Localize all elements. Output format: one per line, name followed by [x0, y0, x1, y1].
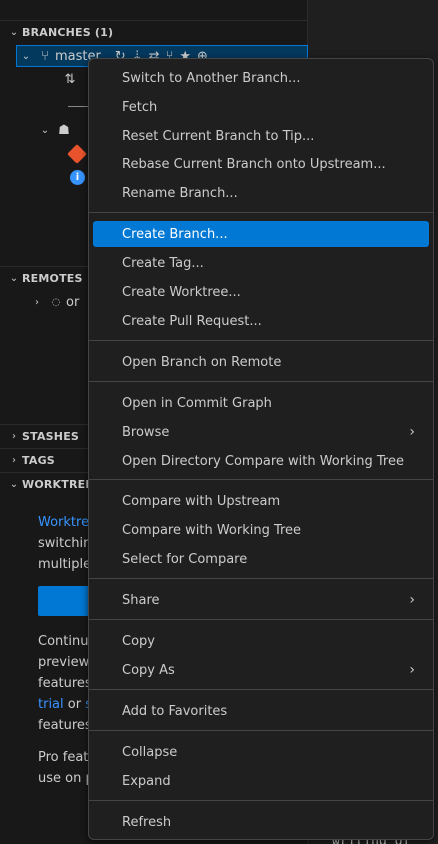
menu-item-browse[interactable]: Browse › [93, 419, 429, 445]
chevron-down-icon: ⌄ [40, 124, 50, 136]
menu-item-create-tag[interactable]: Create Tag... [93, 250, 429, 276]
menu-item-open-commit-graph[interactable]: Open in Commit Graph [93, 390, 429, 416]
chevron-right-icon: › [35, 296, 39, 308]
menu-separator [89, 578, 433, 579]
git-logo-icon [67, 144, 87, 164]
remote-name: or [66, 294, 80, 310]
menu-item-rebase-branch[interactable]: Rebase Current Branch onto Upstream... [93, 151, 429, 177]
menu-separator [89, 619, 433, 620]
menu-item-select-for-compare[interactable]: Select for Compare [93, 546, 429, 572]
remote-avatar-icon: ◌ [51, 296, 61, 308]
menu-item-share[interactable]: Share › [93, 587, 429, 613]
chevron-down-icon: ⌄ [9, 27, 19, 38]
menu-item-copy-as[interactable]: Copy As › [93, 657, 429, 683]
branches-section-header[interactable]: ⌄ BRANCHES (1) [0, 20, 308, 44]
pull-request-row[interactable]: ⇅ [60, 68, 90, 90]
menu-item-rename-branch[interactable]: Rename Branch... [93, 180, 429, 206]
remotes-section-title: REMOTES [22, 272, 83, 285]
tags-section-title: TAGS [22, 454, 55, 467]
menu-separator [89, 381, 433, 382]
menu-item-label: Copy As [122, 662, 175, 678]
menu-item-copy[interactable]: Copy [93, 628, 429, 654]
stashes-section-title: STASHES [22, 430, 80, 443]
chevron-right-icon: › [12, 431, 16, 442]
branch-context-menu: Switch to Another Branch... Fetch Reset … [88, 58, 434, 840]
menu-item-label: Browse [122, 424, 170, 440]
menu-separator [89, 212, 433, 213]
menu-separator [89, 689, 433, 690]
menu-item-reset-branch[interactable]: Reset Current Branch to Tip... [93, 123, 429, 149]
info-icon: i [70, 170, 85, 185]
menu-item-add-to-favorites[interactable]: Add to Favorites [93, 698, 429, 724]
menu-item-create-worktree[interactable]: Create Worktree... [93, 279, 429, 305]
person-icon: ☗ [58, 122, 70, 138]
menu-item-create-pull-request[interactable]: Create Pull Request... [93, 308, 429, 334]
menu-separator [89, 340, 433, 341]
menu-item-label: Share [122, 592, 160, 608]
branch-icon: ⑂ [41, 48, 49, 64]
divider [68, 106, 88, 107]
chevron-right-icon: › [409, 592, 415, 608]
menu-item-fetch[interactable]: Fetch [93, 94, 429, 120]
contributor-row[interactable]: ⌄ ☗ [36, 119, 96, 141]
menu-item-open-branch-on-remote[interactable]: Open Branch on Remote [93, 349, 429, 375]
branches-section-title: BRANCHES (1) [22, 26, 114, 39]
chevron-right-icon: › [409, 662, 415, 678]
chevron-down-icon: ⌄ [21, 50, 31, 62]
wt-line-text: or [63, 697, 86, 712]
chevron-right-icon: › [12, 455, 16, 466]
menu-item-create-branch[interactable]: Create Branch... [93, 221, 429, 247]
menu-item-refresh[interactable]: Refresh [93, 809, 429, 835]
menu-separator [89, 800, 433, 801]
menu-item-expand[interactable]: Expand [93, 768, 429, 794]
menu-separator [89, 479, 433, 480]
pull-request-icon: ⇅ [64, 71, 76, 87]
chevron-down-icon: ⌄ [9, 479, 19, 490]
worktrees-link[interactable]: Worktre [38, 515, 89, 530]
menu-item-open-directory-compare[interactable]: Open Directory Compare with Working Tree [93, 448, 429, 474]
chevron-down-icon: ⌄ [9, 273, 19, 284]
trial-link[interactable]: trial [38, 697, 64, 712]
menu-separator [89, 730, 433, 731]
menu-item-switch-branch[interactable]: Switch to Another Branch... [93, 65, 429, 91]
menu-item-compare-working-tree[interactable]: Compare with Working Tree [93, 517, 429, 543]
menu-item-compare-upstream[interactable]: Compare with Upstream [93, 488, 429, 514]
chevron-right-icon: › [409, 424, 415, 440]
menu-item-collapse[interactable]: Collapse [93, 739, 429, 765]
